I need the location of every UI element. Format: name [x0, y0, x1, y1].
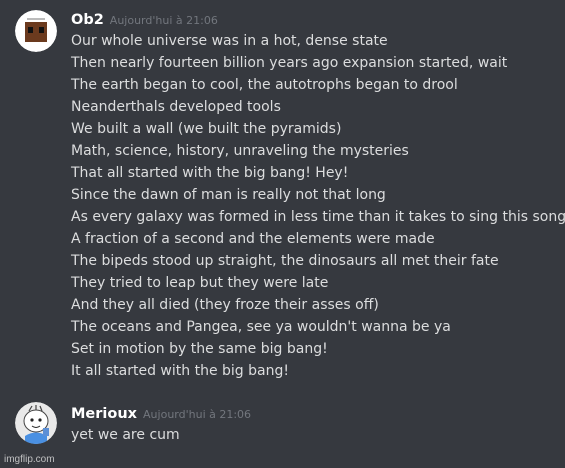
message-line: The bipeds stood up straight, the dinosa… [71, 253, 499, 269]
message-line: A fraction of a second and the elements … [71, 231, 435, 247]
message-line: They tried to leap but they were late [71, 275, 329, 291]
imgflip-watermark: imgflip.com [4, 454, 55, 465]
message-content-merioux: yet we are cum [71, 424, 180, 446]
message-line: That all started with the big bang! Hey! [71, 165, 349, 181]
message-line: We built a wall (we built the pyramids) [71, 121, 342, 137]
white-cartoon-character-avatar-icon [15, 402, 57, 444]
message-line: Then nearly fourteen billion years ago e… [71, 55, 508, 71]
username-merioux[interactable]: Merioux [71, 406, 137, 422]
message-line: Since the dawn of man is really not that… [71, 187, 386, 203]
username-ob2[interactable]: Ob2 [71, 12, 104, 28]
message-line: And they all died (they froze their asse… [71, 297, 379, 313]
message-line: Neanderthals developed tools [71, 99, 281, 115]
message-line: Math, science, history, unraveling the m… [71, 143, 409, 159]
message-header: Ob2 Aujourd'hui à 21:06 [71, 8, 218, 32]
timestamp-ob2[interactable]: Aujourd'hui à 21:06 [110, 14, 218, 27]
message-line: Our whole universe was in a hot, dense s… [71, 33, 388, 49]
message-line: Set in motion by the same big bang! [71, 341, 328, 357]
message-header: Merioux Aujourd'hui à 21:06 [71, 402, 251, 426]
avatar-ob2[interactable] [15, 10, 57, 52]
brown-robot-face-avatar-icon [15, 10, 57, 52]
message-line: yet we are cum [71, 427, 180, 443]
message-line: As every galaxy was formed in less time … [71, 209, 565, 225]
message-line: The earth began to cool, the autotrophs … [71, 77, 458, 93]
message-line: It all started with the big bang! [71, 363, 289, 379]
message-line: The oceans and Pangea, see ya wouldn't w… [71, 319, 451, 335]
avatar-merioux[interactable] [15, 402, 57, 444]
timestamp-merioux[interactable]: Aujourd'hui à 21:06 [143, 408, 251, 421]
message-content-ob2: Our whole universe was in a hot, dense s… [71, 30, 565, 382]
